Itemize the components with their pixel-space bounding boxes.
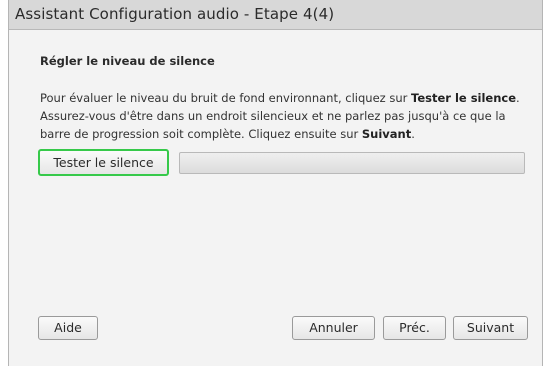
instructions-part-3: . (411, 127, 415, 141)
instructions-bold-next: Suivant (361, 127, 412, 141)
section-heading: Régler le niveau de silence (40, 54, 215, 68)
instructions-text: Pour évaluer le niveau du bruit de fond … (40, 89, 530, 143)
instructions-bold-test: Tester le silence (411, 91, 517, 105)
title-bar: Assistant Configuration audio - Etape 4(… (9, 0, 542, 30)
window-title: Assistant Configuration audio - Etape 4(… (15, 5, 335, 23)
cancel-button[interactable]: Annuler (292, 316, 375, 340)
audio-setup-dialog: Assistant Configuration audio - Etape 4(… (8, 0, 543, 366)
help-button[interactable]: Aide (38, 316, 98, 340)
instructions-part-1: Pour évaluer le niveau du bruit de fond … (40, 91, 412, 105)
next-button[interactable]: Suivant (453, 316, 528, 340)
previous-button[interactable]: Préc. (383, 316, 446, 340)
test-silence-button[interactable]: Tester le silence (38, 149, 169, 176)
silence-progress-bar (179, 152, 525, 174)
